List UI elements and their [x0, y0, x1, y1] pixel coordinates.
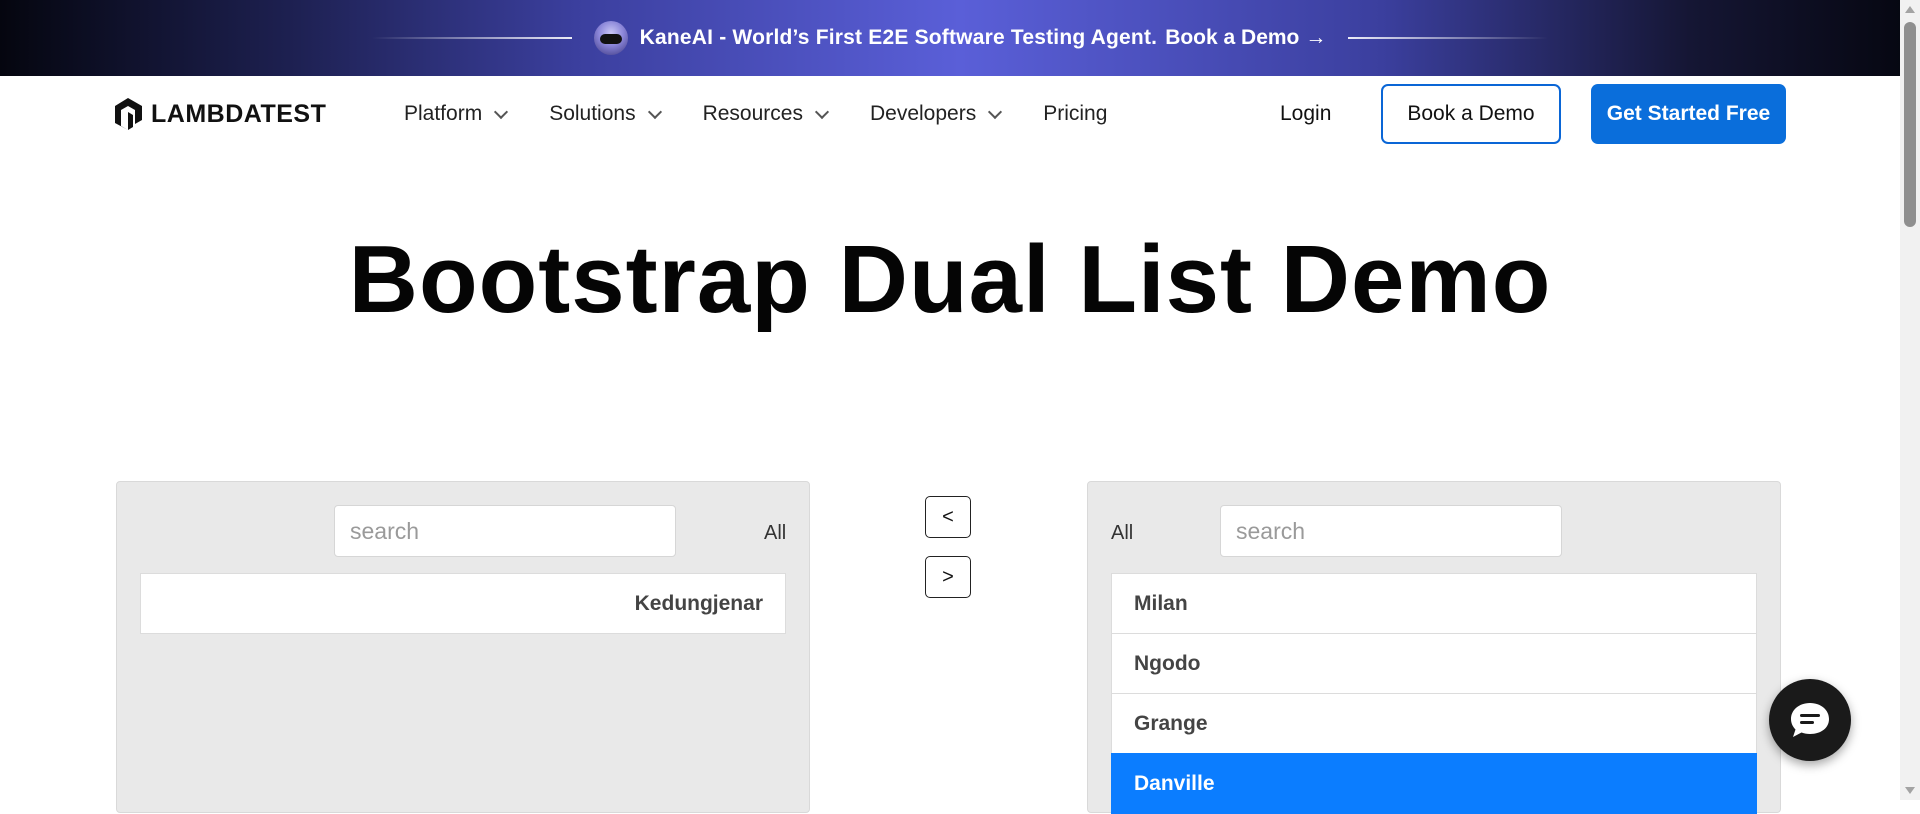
nav-item-label: Solutions: [549, 102, 636, 125]
left-list-panel: All Kedungjenar: [116, 481, 810, 813]
scrollbar-thumb[interactable]: [1904, 22, 1916, 227]
list-item[interactable]: Grange: [1111, 693, 1757, 754]
move-left-button[interactable]: <: [925, 496, 971, 538]
page-title: Bootstrap Dual List Demo: [348, 226, 1552, 333]
move-right-button[interactable]: >: [925, 556, 971, 598]
book-demo-button[interactable]: Book a Demo: [1381, 84, 1561, 144]
lambdatest-logo-icon: [115, 98, 142, 130]
chevron-down-icon: [988, 104, 1003, 119]
nav-menu: Platform Solutions Resources Developers …: [404, 76, 1150, 152]
nav-item-label: Developers: [869, 102, 977, 125]
arrow-right-icon: →: [1305, 26, 1327, 49]
scroll-up-arrow-icon[interactable]: [1905, 6, 1915, 13]
lambdatest-logo[interactable]: LAMBDATEST: [111, 96, 326, 132]
right-list-panel: All Milan Ngodo Grange Danville: [1087, 481, 1781, 814]
nav-item-label: Platform: [404, 102, 483, 125]
login-link[interactable]: Login: [1280, 102, 1331, 126]
chat-icon: [1791, 703, 1829, 737]
list-item[interactable]: Kedungjenar: [140, 573, 786, 634]
announcement-banner: KaneAI - World’s First E2E Software Test…: [0, 0, 1920, 76]
scroll-down-arrow-icon[interactable]: [1905, 787, 1915, 794]
chevron-down-icon: [814, 104, 830, 119]
nav-item-solutions[interactable]: Solutions: [549, 102, 662, 126]
right-list: Milan Ngodo Grange Danville: [1111, 573, 1757, 814]
list-item[interactable]: Ngodo: [1111, 633, 1757, 694]
banner-content[interactable]: KaneAI - World’s First E2E Software Test…: [593, 21, 1327, 55]
nav-item-platform[interactable]: Platform: [404, 102, 509, 126]
left-list: Kedungjenar: [140, 573, 786, 634]
nav-item-label: Pricing: [1043, 102, 1108, 125]
chat-button[interactable]: [1769, 679, 1851, 761]
banner-book-demo-link[interactable]: Book a Demo: [1165, 26, 1299, 50]
left-select-all[interactable]: All: [764, 522, 786, 545]
nav-item-pricing[interactable]: Pricing: [1043, 102, 1107, 126]
banner-text: KaneAI - World’s First E2E Software Test…: [639, 26, 1158, 49]
list-item[interactable]: Milan: [1111, 573, 1757, 634]
list-item-selected[interactable]: Danville: [1111, 753, 1757, 814]
page-scrollbar[interactable]: [1900, 0, 1920, 800]
left-search-input[interactable]: [334, 505, 676, 557]
get-started-free-button[interactable]: Get Started Free: [1591, 84, 1786, 144]
banner-divider-right: [1348, 37, 1549, 39]
right-search-input[interactable]: [1220, 505, 1562, 557]
right-select-all[interactable]: All: [1111, 522, 1133, 545]
logo-text: LAMBDATEST: [151, 99, 327, 128]
chevron-down-icon: [647, 104, 662, 119]
main-nav: LAMBDATEST Platform Solutions Resources …: [0, 76, 1900, 152]
banner-divider-left: [371, 37, 572, 39]
nav-item-developers[interactable]: Developers: [869, 102, 1003, 126]
chevron-down-icon: [494, 104, 509, 119]
nav-item-label: Resources: [702, 102, 803, 125]
kaneai-avatar-icon: [593, 21, 628, 55]
nav-item-resources[interactable]: Resources: [702, 102, 830, 126]
